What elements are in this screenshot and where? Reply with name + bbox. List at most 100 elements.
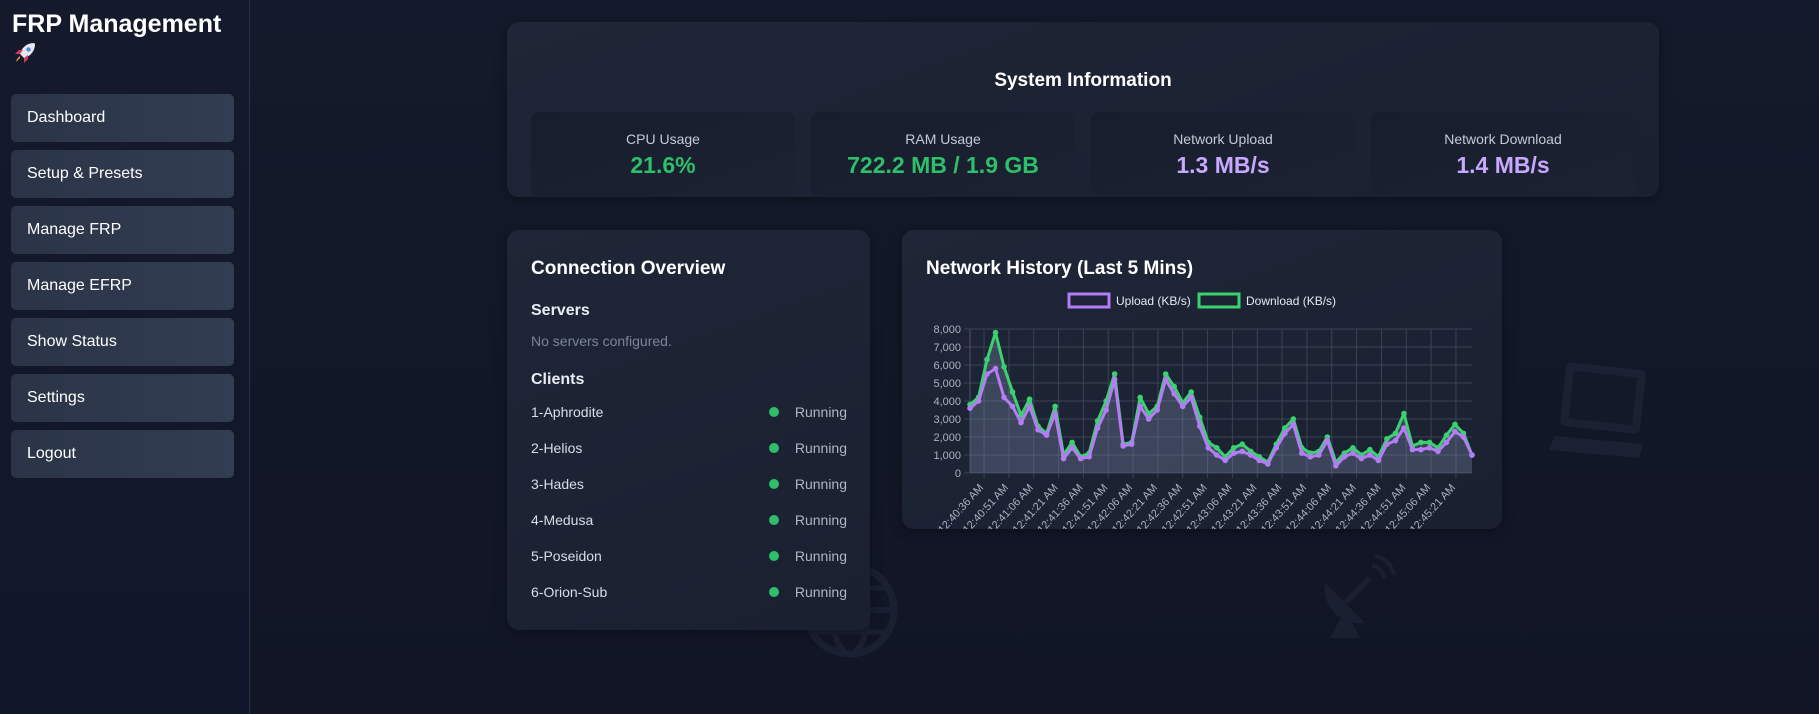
y-tick-label: 3,000 (933, 414, 961, 426)
client-row: 3-Hades Running (531, 472, 847, 496)
servers-empty-message: No servers configured. (531, 333, 672, 349)
upload-point (1128, 441, 1135, 447)
download-point (1401, 410, 1407, 417)
upload-legend-label: Upload (KB/s) (1116, 294, 1191, 308)
upload-point (1409, 446, 1416, 453)
upload-point (1358, 455, 1365, 462)
client-row: 2-Helios Running (531, 436, 847, 460)
download-point (1026, 396, 1033, 402)
upload-point (1375, 457, 1382, 464)
upload-point (1333, 463, 1339, 469)
upload-point (1001, 394, 1007, 401)
nav-logout[interactable]: Logout (11, 430, 234, 478)
download-point (984, 356, 990, 363)
download-point (1426, 439, 1433, 446)
download-point (1111, 371, 1118, 377)
upload-point (1179, 403, 1186, 410)
upload-point (1196, 423, 1203, 429)
status-dot-icon (769, 443, 779, 453)
nav-setup-presets[interactable]: Setup & Presets (11, 150, 234, 198)
nav-show-status-label: Show Status (27, 333, 117, 350)
download-point (1418, 439, 1424, 446)
nav-dashboard[interactable]: Dashboard (11, 94, 234, 142)
nav-settings[interactable]: Settings (11, 374, 234, 422)
client-name: 2-Helios (531, 440, 583, 456)
nav-manage-efrp-label: Manage EFRP (27, 277, 132, 294)
upload-point (1120, 443, 1126, 449)
upload-point (1384, 441, 1390, 447)
upload-point (1316, 452, 1322, 458)
upload-point (1077, 455, 1084, 462)
nav-dashboard-label: Dashboard (27, 109, 106, 126)
rocket-icon (12, 40, 38, 72)
sidebar: FRP Management Dashboard Setup & Presets… (0, 0, 250, 714)
upload-point (1222, 457, 1229, 464)
upload-point (1162, 376, 1169, 383)
upload-point (1009, 403, 1016, 410)
nav-show-status[interactable]: Show Status (11, 318, 234, 366)
upload-point (1392, 437, 1399, 444)
upload-point (1205, 445, 1212, 451)
upload-point (1026, 403, 1033, 410)
ram-usage-stat: RAM Usage 722.2 MB / 1.9 GB (811, 112, 1075, 196)
cpu-usage-stat: CPU Usage 21.6% (531, 112, 795, 196)
upload-point (975, 398, 982, 404)
download-point (1350, 445, 1356, 451)
upload-point (1290, 421, 1297, 428)
upload-point (1307, 454, 1314, 460)
ram-usage-label: RAM Usage (905, 131, 981, 147)
client-status: Running (794, 476, 847, 492)
nav-settings-label: Settings (27, 389, 85, 406)
download-point (1290, 416, 1297, 422)
status-dot-icon (769, 407, 779, 417)
download-point (1230, 445, 1237, 451)
nav-manage-frp[interactable]: Manage FRP (11, 206, 234, 254)
download-point (1001, 364, 1007, 370)
upload-point (1282, 430, 1288, 437)
download-point (1137, 394, 1143, 401)
client-row: 5-Poseidon Running (531, 544, 847, 568)
upload-point (1324, 437, 1331, 444)
y-tick-label: 7,000 (933, 342, 961, 354)
system-information-card: System Information CPU Usage 21.6% RAM U… (507, 22, 1659, 197)
download-point (1052, 403, 1058, 410)
upload-point (984, 371, 990, 377)
upload-point (1460, 434, 1467, 440)
upload-point (1111, 376, 1118, 383)
download-point (1009, 389, 1016, 395)
upload-point (1341, 454, 1348, 460)
y-tick-label: 6,000 (933, 360, 961, 372)
upload-point (1035, 427, 1041, 433)
download-point (1443, 432, 1450, 438)
download-point (1367, 446, 1373, 453)
network-download-value: 1.4 MB/s (1456, 152, 1550, 178)
status-dot-icon (769, 551, 779, 561)
nav-manage-efrp[interactable]: Manage EFRP (11, 262, 234, 310)
cpu-usage-value: 21.6% (630, 152, 696, 178)
nav-logout-label: Logout (27, 445, 76, 462)
upload-point (1086, 454, 1092, 460)
upload-point (1188, 394, 1195, 401)
y-tick-label: 2,000 (933, 432, 961, 444)
upload-point (1052, 410, 1058, 417)
y-tick-label: 8,000 (933, 324, 961, 336)
upload-point (1469, 452, 1475, 458)
upload-point (1443, 439, 1450, 446)
system-information-title: System Information (994, 70, 1172, 91)
download-point (1452, 421, 1458, 428)
upload-point (967, 405, 973, 411)
download-legend-label: Download (KB/s) (1246, 294, 1336, 308)
upload-point (1230, 450, 1237, 456)
client-name: 5-Poseidon (531, 548, 602, 564)
upload-point (1103, 407, 1109, 413)
network-upload-stat: Network Upload 1.3 MB/s (1091, 112, 1355, 196)
network-download-stat: Network Download 1.4 MB/s (1371, 112, 1635, 196)
download-point (1384, 436, 1390, 442)
y-tick-label: 0 (955, 468, 961, 480)
servers-heading: Servers (531, 302, 590, 319)
y-tick-label: 4,000 (933, 396, 961, 408)
upload-point (1043, 432, 1050, 438)
upload-point (1137, 403, 1143, 410)
download-point (1239, 441, 1246, 447)
client-status: Running (794, 584, 847, 600)
